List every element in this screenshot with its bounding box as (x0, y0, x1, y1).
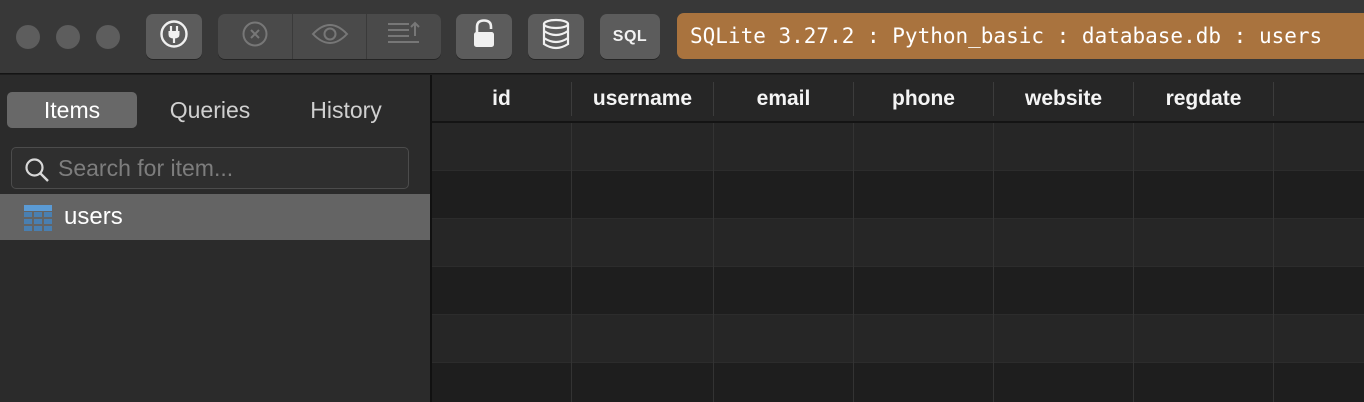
sql-query-button[interactable]: SQL (600, 14, 660, 59)
tab-items[interactable]: Items (7, 92, 137, 128)
zoom-window-button[interactable] (96, 25, 120, 49)
lock-button[interactable] (456, 14, 512, 59)
text-align-icon (385, 21, 423, 52)
commit-button[interactable] (366, 14, 441, 59)
unlock-icon (471, 18, 497, 55)
toolbar: SQL SQLite 3.27.2 : Python_basic : datab… (0, 0, 1364, 74)
column-header-regdate[interactable]: regdate (1134, 82, 1274, 116)
column-separator (993, 123, 994, 402)
data-grid: id username email phone website regdate (432, 75, 1364, 402)
cancel-button[interactable] (218, 14, 292, 59)
editing-toolbar-group (218, 14, 441, 59)
column-separator (713, 123, 714, 402)
column-separator (1273, 123, 1274, 402)
connection-button[interactable] (146, 14, 202, 59)
column-header-phone[interactable]: phone (854, 82, 994, 116)
sql-label: SQL (612, 27, 648, 45)
column-header-website[interactable]: website (994, 82, 1134, 116)
minimize-window-button[interactable] (56, 25, 80, 49)
column-header-username[interactable]: username (572, 82, 714, 116)
search-box (11, 147, 409, 189)
sidebar-segmented-control: Items Queries History (7, 92, 415, 128)
close-circle-icon (241, 20, 269, 53)
column-separator (1133, 123, 1134, 402)
grid-header: id username email phone website regdate (432, 75, 1364, 123)
sidebar: Items Queries History Search for item...… (0, 75, 430, 402)
preview-button[interactable] (291, 14, 367, 59)
column-header-email[interactable]: email (714, 82, 854, 116)
search-icon (24, 157, 50, 188)
database-icon (541, 18, 571, 55)
table-icon (24, 205, 52, 236)
plug-icon (159, 19, 189, 54)
tab-history[interactable]: History (279, 92, 413, 128)
eye-icon (311, 22, 349, 51)
search-input[interactable] (58, 154, 398, 182)
sidebar-item-label: users (64, 203, 123, 230)
tab-queries[interactable]: Queries (143, 92, 277, 128)
database-button[interactable] (528, 14, 584, 59)
column-separator (571, 123, 572, 402)
close-window-button[interactable] (16, 25, 40, 49)
sidebar-item-users[interactable]: users (0, 194, 430, 240)
column-header-id[interactable]: id (432, 82, 572, 116)
column-separator (853, 123, 854, 402)
connection-info-bar[interactable]: SQLite 3.27.2 : Python_basic : database.… (677, 13, 1364, 59)
